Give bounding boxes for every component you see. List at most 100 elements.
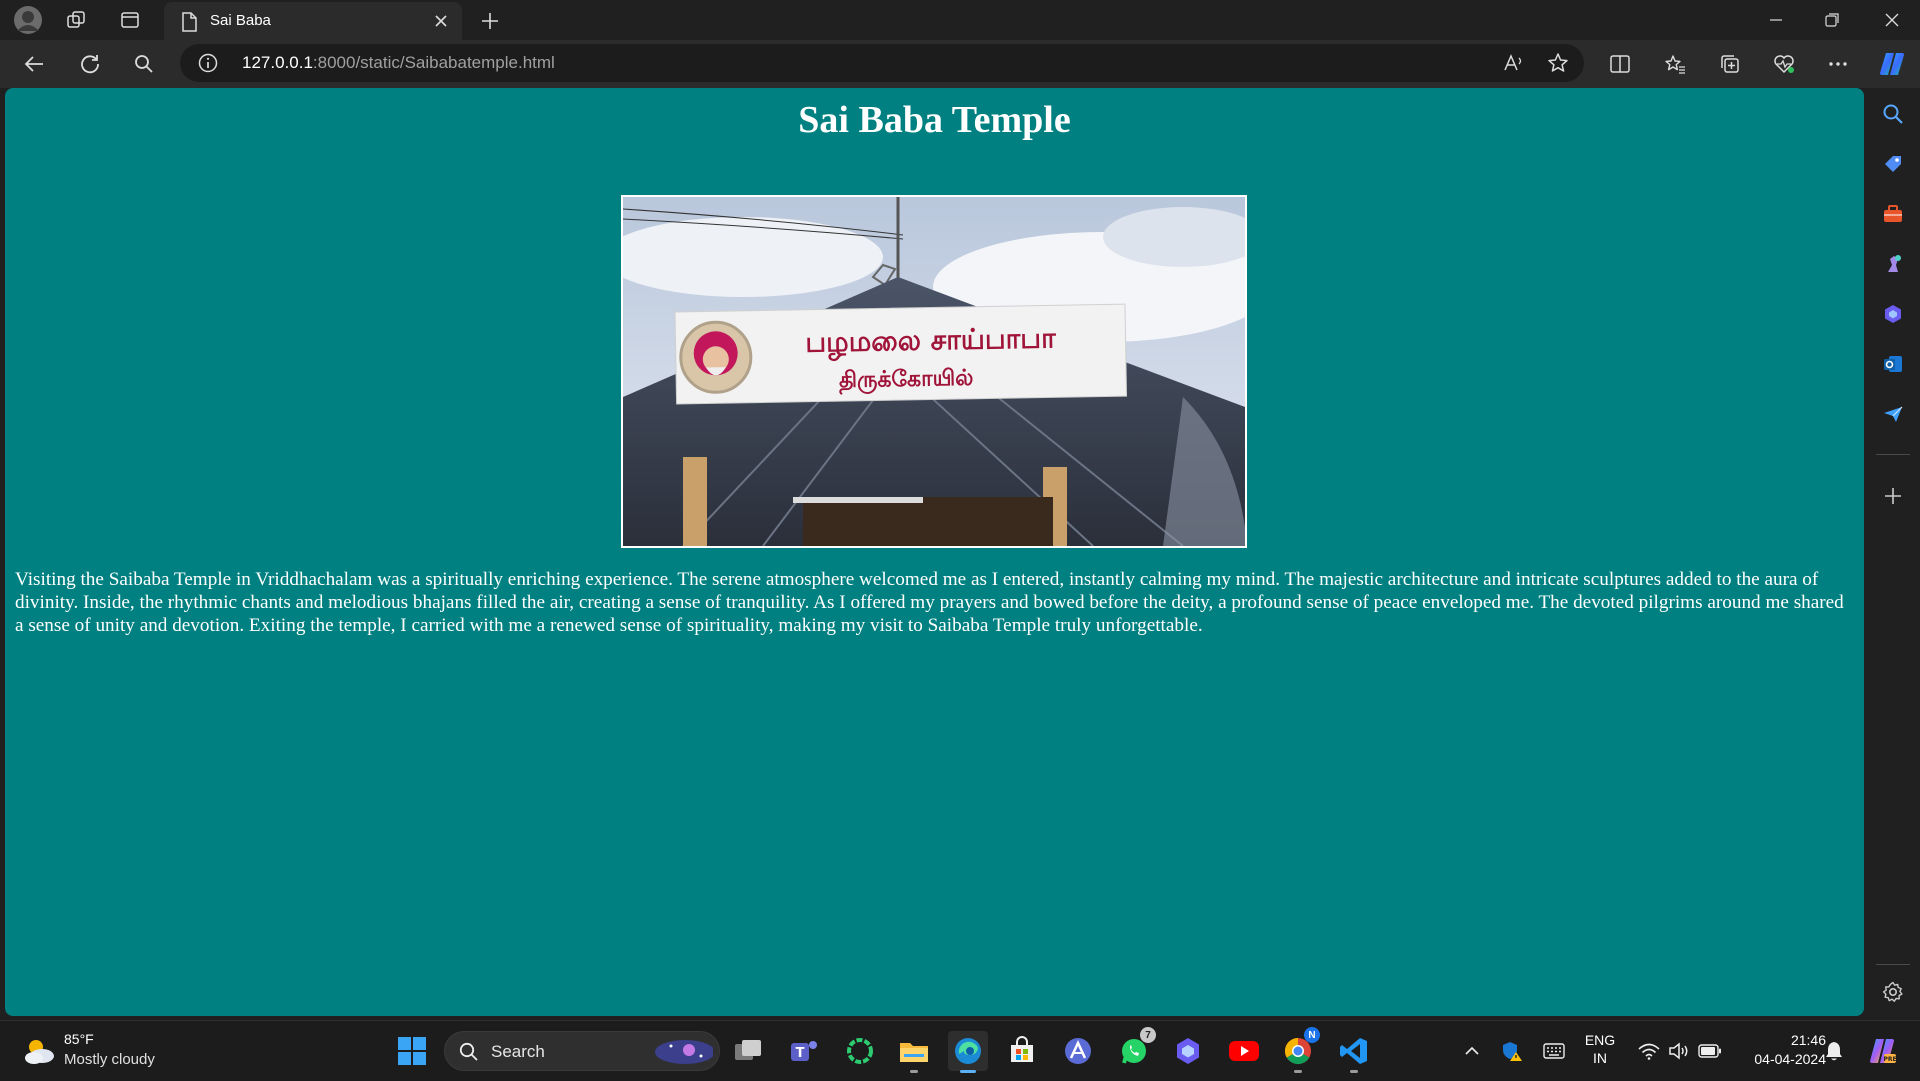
sidebar-tools-button[interactable] bbox=[1873, 194, 1913, 234]
taskbar-search[interactable]: Search bbox=[444, 1031, 720, 1071]
search-icon bbox=[135, 55, 153, 73]
security-tray-icon[interactable] bbox=[1494, 1031, 1530, 1071]
star-icon bbox=[1548, 53, 1568, 72]
sidebar-copilot-app-button[interactable] bbox=[1873, 294, 1913, 334]
arc-app[interactable] bbox=[1058, 1031, 1098, 1071]
vscode-icon bbox=[1340, 1038, 1367, 1064]
info-icon[interactable] bbox=[198, 53, 218, 73]
folder-icon bbox=[900, 1043, 928, 1062]
copilot-taskbar-app[interactable] bbox=[1168, 1031, 1208, 1071]
temple-photo-image: பழமலை சாய்பாபா திருக்கோயில் bbox=[623, 197, 1245, 546]
weather-temperature[interactable]: 85°F bbox=[64, 1031, 94, 1047]
weather-description[interactable]: Mostly cloudy bbox=[64, 1051, 155, 1068]
close-window-button[interactable] bbox=[1864, 0, 1920, 40]
copilot-hex-icon bbox=[1177, 1038, 1199, 1064]
search-label: Search bbox=[491, 1042, 545, 1061]
start-button[interactable] bbox=[392, 1031, 432, 1071]
close-icon bbox=[435, 15, 447, 27]
sidebar-search-button[interactable] bbox=[1873, 94, 1913, 134]
edge-icon bbox=[955, 1038, 981, 1064]
search-button[interactable] bbox=[124, 46, 164, 82]
paper-plane-icon bbox=[1884, 406, 1903, 422]
chevron-up-icon bbox=[1465, 1046, 1479, 1055]
vscode-app[interactable] bbox=[1334, 1031, 1374, 1073]
minimize-icon bbox=[1770, 19, 1782, 21]
teams-app[interactable]: T bbox=[784, 1031, 824, 1071]
read-aloud-icon bbox=[1504, 54, 1522, 71]
browser-essentials-button[interactable] bbox=[1764, 46, 1804, 82]
teams-icon: T bbox=[791, 1041, 817, 1061]
sidebar-shopping-button[interactable] bbox=[1873, 144, 1913, 184]
restore-button[interactable] bbox=[1804, 0, 1860, 40]
toolbox-icon bbox=[1884, 205, 1902, 222]
active-indicator bbox=[960, 1070, 976, 1073]
copilot-button[interactable] bbox=[1872, 46, 1912, 82]
file-explorer-app[interactable] bbox=[894, 1031, 934, 1073]
copilot-tray-button[interactable]: PRE bbox=[1862, 1031, 1902, 1071]
title-bar: Sai Baba bbox=[0, 0, 1920, 40]
language-indicator[interactable]: ENG IN bbox=[1576, 1031, 1624, 1067]
browser-toolbar: 127.0.0.1:8000/static/Saibabatemple.html bbox=[0, 40, 1920, 88]
bell-icon bbox=[1826, 1042, 1842, 1061]
refresh-button[interactable] bbox=[70, 46, 110, 82]
circle-app[interactable] bbox=[840, 1031, 880, 1071]
search-icon bbox=[459, 1042, 478, 1061]
sidebar-outlook-button[interactable] bbox=[1873, 344, 1913, 384]
search-icon bbox=[1883, 104, 1903, 124]
heart-pulse-icon bbox=[1774, 55, 1794, 74]
keyboard-icon bbox=[1543, 1043, 1565, 1059]
favorites-button[interactable] bbox=[1655, 46, 1695, 82]
address-bar[interactable]: 127.0.0.1:8000/static/Saibabatemple.html bbox=[180, 44, 1584, 82]
weather-widget[interactable] bbox=[18, 1031, 60, 1071]
circular-progress-icon bbox=[847, 1038, 873, 1064]
chrome-app[interactable]: N bbox=[1278, 1027, 1320, 1073]
battery-icon bbox=[1698, 1044, 1721, 1058]
sidebar-drop-button[interactable] bbox=[1873, 394, 1913, 434]
chrome-profile-badge: N bbox=[1304, 1027, 1320, 1043]
new-tab-button[interactable] bbox=[472, 6, 508, 36]
notifications-button[interactable] bbox=[1816, 1031, 1852, 1071]
tab-actions-button[interactable] bbox=[110, 4, 150, 36]
clock[interactable]: 21:46 04-04-2024 bbox=[1730, 1031, 1826, 1069]
profile-avatar[interactable] bbox=[8, 4, 48, 36]
workspaces-button[interactable] bbox=[56, 4, 96, 36]
minimize-button[interactable] bbox=[1748, 0, 1804, 40]
tab-close-button[interactable] bbox=[430, 10, 452, 32]
refresh-icon bbox=[81, 55, 99, 74]
restore-icon bbox=[1825, 13, 1839, 27]
volume-icon bbox=[1669, 1042, 1688, 1060]
task-view-icon bbox=[735, 1040, 761, 1060]
youtube-app[interactable] bbox=[1224, 1031, 1264, 1071]
favorite-button[interactable] bbox=[1540, 49, 1576, 77]
page-title: Sai Baba Temple bbox=[798, 99, 1071, 141]
store-app[interactable] bbox=[1002, 1031, 1042, 1071]
sidebar-add-button[interactable] bbox=[1873, 476, 1913, 516]
quick-settings-button[interactable] bbox=[1630, 1031, 1730, 1071]
settings-more-button[interactable] bbox=[1818, 46, 1858, 82]
avatar-icon bbox=[14, 6, 42, 34]
back-arrow-icon bbox=[24, 56, 43, 72]
sidebar-divider bbox=[1876, 454, 1910, 455]
collections-button[interactable] bbox=[1710, 46, 1750, 82]
svg-text:T: T bbox=[796, 1046, 805, 1061]
touch-keyboard-button[interactable] bbox=[1536, 1031, 1572, 1071]
copilot-icon bbox=[1880, 53, 1904, 75]
tab-sai-baba[interactable]: Sai Baba bbox=[164, 2, 462, 40]
show-hidden-icons-button[interactable] bbox=[1452, 1031, 1492, 1071]
description-paragraph: Visiting the Saibaba Temple in Vriddhach… bbox=[15, 569, 1844, 636]
sidebar-settings-button[interactable] bbox=[1873, 972, 1913, 1012]
tab-title: Sai Baba bbox=[210, 12, 271, 29]
split-screen-button[interactable] bbox=[1600, 46, 1640, 82]
sidebar-games-button[interactable] bbox=[1873, 244, 1913, 284]
back-button[interactable] bbox=[14, 46, 54, 82]
favorites-icon bbox=[1665, 55, 1685, 74]
windows-taskbar: 85°F Mostly cloudy Search T 7 N ENG IN 2… bbox=[0, 1020, 1920, 1081]
copilot-hex-icon bbox=[1885, 305, 1901, 323]
edge-app[interactable] bbox=[948, 1031, 988, 1073]
url-text[interactable]: 127.0.0.1:8000/static/Saibabatemple.html bbox=[242, 53, 555, 73]
read-aloud-button[interactable] bbox=[1496, 49, 1532, 77]
running-indicator bbox=[1294, 1070, 1302, 1073]
task-view-button[interactable] bbox=[728, 1031, 768, 1071]
whatsapp-app[interactable]: 7 bbox=[1114, 1027, 1156, 1071]
store-icon bbox=[1011, 1036, 1033, 1062]
